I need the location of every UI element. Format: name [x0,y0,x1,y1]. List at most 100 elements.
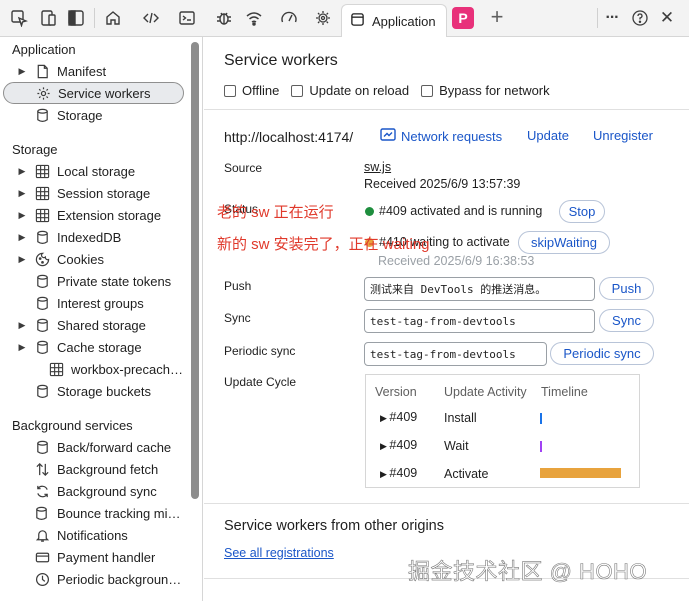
expand-arrow-icon[interactable]: ▶ [15,188,29,199]
periodic-sync-label: Periodic sync [224,344,296,358]
timeline-header: Timeline [541,385,588,399]
add-tab-button[interactable]: + [485,5,509,29]
sidebar-item-background-sync[interactable]: Background sync [3,480,184,502]
sidebar-item-shared-storage[interactable]: ▶ Shared storage [3,314,184,336]
periodic-sync-input[interactable]: test-tag-from-devtools [364,342,547,366]
sidebar-item-label: Bounce tracking mit… [56,505,184,521]
checkbox-label: Bypass for network [439,83,550,98]
console-icon[interactable] [175,6,199,30]
sidebar-item-session-storage[interactable]: ▶ Session storage [3,182,184,204]
source-link[interactable]: sw.js [364,160,391,174]
sidebar-item-service-workers[interactable]: Service workers [3,82,184,104]
annotation-old-sw: 老的 sw 正在运行 [217,204,334,221]
extension-badge-icon[interactable]: P [452,7,474,29]
activate-timeline-bar [540,468,621,478]
expand-arrow-icon[interactable]: ▶ [15,66,29,77]
expand-arrow-icon: ▶ [380,469,390,479]
sidebar-item-notifications[interactable]: Notifications [3,524,184,546]
database-icon [34,439,50,455]
see-all-registrations-link[interactable]: See all registrations [224,546,334,560]
update-link[interactable]: Update [527,128,569,143]
sidebar-item-storage[interactable]: Storage [3,104,184,126]
dock-icon[interactable] [64,6,88,30]
sidebar-item-private-state-tokens[interactable]: Private state tokens [3,270,184,292]
expand-arrow-icon[interactable]: ▶ [15,210,29,221]
expand-arrow-icon[interactable]: ▶ [15,320,29,331]
sidebar-item-background-fetch[interactable]: Background fetch [3,458,184,480]
database-icon [34,505,50,521]
sidebar-item-periodic-backgroun[interactable]: Periodic backgroun… [3,568,184,590]
status-active-text: #409 activated and is running [379,204,543,218]
push-input[interactable]: 测试来自 DevTools 的推送消息。 [364,277,595,301]
install-timeline-tick [540,413,542,424]
checkbox-box[interactable] [291,84,304,97]
sync-input[interactable]: test-tag-from-devtools [364,309,595,333]
sidebar-item-cache-storage[interactable]: ▶ Cache storage [3,336,184,358]
expand-arrow-icon[interactable]: ▶ [15,254,29,265]
sidebar-item-label: Interest groups [57,295,144,311]
application-section-header: Application [12,42,76,57]
cycle-row-version[interactable]: ▶ #409 [380,466,417,480]
gear-icon [35,85,51,101]
unregister-link[interactable]: Unregister [593,128,653,143]
annotation-new-sw: 新的 sw 安装完了，正在 waiting [217,236,430,253]
elements-icon[interactable] [139,6,163,30]
expand-arrow-icon[interactable]: ▶ [15,166,29,177]
tab-application[interactable]: Application [341,4,447,37]
update-activity-header: Update Activity [444,385,527,399]
push-button[interactable]: Push [599,277,654,300]
checkbox-box[interactable] [224,84,236,97]
sidebar-item-manifest[interactable]: ▶ Manifest [3,60,184,82]
expand-arrow-icon[interactable]: ▶ [15,342,29,353]
bypass-for-network-checkbox[interactable]: Bypass for network [421,83,550,98]
home-icon[interactable] [101,6,125,30]
sidebar-item-label: IndexedDB [57,229,122,245]
more-options-icon[interactable]: ··· [600,6,624,30]
device-toolbar-icon[interactable] [36,6,60,30]
sidebar-item-payment-handler[interactable]: Payment handler [3,546,184,568]
cycle-row-version[interactable]: ▶ #409 [380,410,417,424]
settings-chip-icon[interactable] [311,6,335,30]
received-waiting-timestamp: Received 2025/6/9 16:38:53 [378,254,535,268]
sidebar-item-local-storage[interactable]: ▶ Local storage [3,160,184,182]
cookie-icon [34,251,50,267]
sidebar-item-back-forward-cache[interactable]: Back/forward cache [3,436,184,458]
sidebar-item-cookies[interactable]: ▶ Cookies [3,248,184,270]
application-tab-icon [350,12,365,30]
skip-waiting-button[interactable]: skipWaiting [518,231,610,254]
sidebar-item-label: Private state tokens [57,273,172,289]
checkbox-box[interactable] [421,84,434,97]
sidebar-item-bounce-tracking-mit[interactable]: Bounce tracking mit… [3,502,184,524]
sidebar-item-workbox-precach[interactable]: workbox-precach… [3,358,184,380]
cycle-row-version[interactable]: ▶ #409 [380,438,417,452]
performance-icon[interactable] [277,6,301,30]
watermark: 掘金技术社区 @ HOHO [408,559,648,585]
wait-timeline-tick [540,441,542,452]
inspect-icon[interactable] [7,6,31,30]
sidebar-item-label: Shared storage [57,317,146,333]
network-requests-link[interactable]: Network requests [380,128,502,144]
sources-icon[interactable] [212,6,236,30]
checkbox-label: Offline [242,83,280,98]
cycle-row-activity: Activate [444,467,489,481]
network-icon[interactable] [242,6,266,30]
help-icon[interactable] [628,6,652,30]
offline-checkbox[interactable]: Offline [224,83,279,98]
sidebar-item-extension-storage[interactable]: ▶ Extension storage [3,204,184,226]
sidebar-item-storage-buckets[interactable]: Storage buckets [3,380,184,402]
database-icon [34,107,50,123]
file-icon [34,63,50,79]
push-label: Push [224,279,252,293]
stop-button[interactable]: Stop [559,200,605,223]
periodic-sync-button[interactable]: Periodic sync [550,342,654,365]
close-icon[interactable]: ✕ [655,6,679,30]
sidebar-item-indexeddb[interactable]: ▶ IndexedDB [3,226,184,248]
expand-arrow-icon[interactable]: ▶ [15,232,29,243]
update-on-reload-checkbox[interactable]: Update on reload [291,83,409,98]
cycle-row-activity: Install [444,411,477,425]
sidebar-scrollbar[interactable] [191,42,199,499]
database-icon [34,317,50,333]
sync-button[interactable]: Sync [599,309,654,332]
sidebar-item-interest-groups[interactable]: Interest groups [3,292,184,314]
cycle-row-activity: Wait [444,439,469,453]
